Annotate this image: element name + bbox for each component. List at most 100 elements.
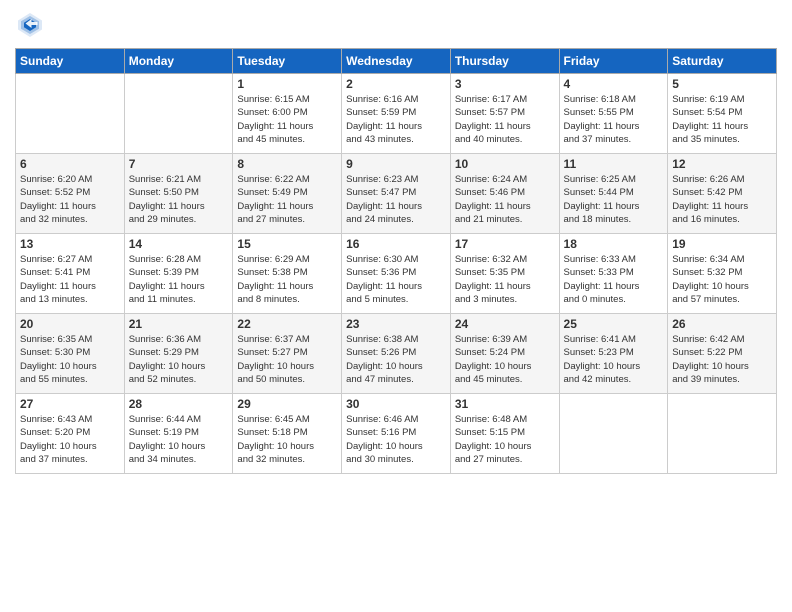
day-number: 19 — [672, 237, 772, 251]
calendar-cell — [668, 394, 777, 474]
day-info: Sunrise: 6:19 AM Sunset: 5:54 PM Dayligh… — [672, 93, 772, 146]
day-info: Sunrise: 6:42 AM Sunset: 5:22 PM Dayligh… — [672, 333, 772, 386]
calendar-cell — [16, 74, 125, 154]
day-info: Sunrise: 6:25 AM Sunset: 5:44 PM Dayligh… — [564, 173, 664, 226]
calendar-week-row: 1 Sunrise: 6:15 AM Sunset: 6:00 PM Daylig… — [16, 74, 777, 154]
day-number: 30 — [346, 397, 446, 411]
day-info: Sunrise: 6:15 AM Sunset: 6:00 PM Dayligh… — [237, 93, 337, 146]
day-info: Sunrise: 6:26 AM Sunset: 5:42 PM Dayligh… — [672, 173, 772, 226]
day-number: 21 — [129, 317, 229, 331]
weekday-header: Thursday — [450, 49, 559, 74]
weekday-header: Saturday — [668, 49, 777, 74]
calendar-week-row: 6 Sunrise: 6:20 AM Sunset: 5:52 PM Daylig… — [16, 154, 777, 234]
calendar-cell: 13 Sunrise: 6:27 AM Sunset: 5:41 PM Dayli… — [16, 234, 125, 314]
day-number: 5 — [672, 77, 772, 91]
calendar: SundayMondayTuesdayWednesdayThursdayFrid… — [15, 48, 777, 474]
day-number: 20 — [20, 317, 120, 331]
day-info: Sunrise: 6:30 AM Sunset: 5:36 PM Dayligh… — [346, 253, 446, 306]
day-number: 1 — [237, 77, 337, 91]
day-number: 24 — [455, 317, 555, 331]
calendar-cell: 19 Sunrise: 6:34 AM Sunset: 5:32 PM Dayli… — [668, 234, 777, 314]
calendar-cell: 18Sunrise: 6:33 AM Sunset: 5:33 PM Dayli… — [559, 234, 668, 314]
calendar-cell: 23 Sunrise: 6:38 AM Sunset: 5:26 PM Dayli… — [342, 314, 451, 394]
day-info: Sunrise: 6:17 AM Sunset: 5:57 PM Dayligh… — [455, 93, 555, 146]
calendar-week-row: 20 Sunrise: 6:35 AM Sunset: 5:30 PM Dayli… — [16, 314, 777, 394]
day-info: Sunrise: 6:48 AM Sunset: 5:15 PM Dayligh… — [455, 413, 555, 466]
day-info: Sunrise: 6:23 AM Sunset: 5:47 PM Dayligh… — [346, 173, 446, 226]
calendar-cell: 16 Sunrise: 6:30 AM Sunset: 5:36 PM Dayli… — [342, 234, 451, 314]
calendar-cell: 30Sunrise: 6:46 AM Sunset: 5:16 PM Dayli… — [342, 394, 451, 474]
day-number: 23 — [346, 317, 446, 331]
calendar-cell: 20 Sunrise: 6:35 AM Sunset: 5:30 PM Dayli… — [16, 314, 125, 394]
day-info: Sunrise: 6:39 AM Sunset: 5:24 PM Dayligh… — [455, 333, 555, 386]
day-number: 10 — [455, 157, 555, 171]
day-info: Sunrise: 6:32 AM Sunset: 5:35 PM Dayligh… — [455, 253, 555, 306]
day-number: 2 — [346, 77, 446, 91]
day-info: Sunrise: 6:36 AM Sunset: 5:29 PM Dayligh… — [129, 333, 229, 386]
calendar-cell: 14 Sunrise: 6:28 AM Sunset: 5:39 PM Dayli… — [124, 234, 233, 314]
calendar-cell: 26 Sunrise: 6:42 AM Sunset: 5:22 PM Dayli… — [668, 314, 777, 394]
day-number: 7 — [129, 157, 229, 171]
day-number: 15 — [237, 237, 337, 251]
day-number: 18 — [564, 237, 664, 251]
calendar-cell: 10Sunrise: 6:24 AM Sunset: 5:46 PM Dayli… — [450, 154, 559, 234]
day-number: 9 — [346, 157, 446, 171]
day-info: Sunrise: 6:22 AM Sunset: 5:49 PM Dayligh… — [237, 173, 337, 226]
weekday-header: Tuesday — [233, 49, 342, 74]
calendar-week-row: 27Sunrise: 6:43 AM Sunset: 5:20 PM Dayli… — [16, 394, 777, 474]
day-info: Sunrise: 6:16 AM Sunset: 5:59 PM Dayligh… — [346, 93, 446, 146]
calendar-cell: 31 Sunrise: 6:48 AM Sunset: 5:15 PM Dayli… — [450, 394, 559, 474]
weekday-header: Friday — [559, 49, 668, 74]
calendar-cell: 21 Sunrise: 6:36 AM Sunset: 5:29 PM Dayli… — [124, 314, 233, 394]
day-info: Sunrise: 6:35 AM Sunset: 5:30 PM Dayligh… — [20, 333, 120, 386]
day-number: 13 — [20, 237, 120, 251]
day-number: 26 — [672, 317, 772, 331]
day-info: Sunrise: 6:27 AM Sunset: 5:41 PM Dayligh… — [20, 253, 120, 306]
calendar-cell: 17 Sunrise: 6:32 AM Sunset: 5:35 PM Dayli… — [450, 234, 559, 314]
calendar-cell: 29 Sunrise: 6:45 AM Sunset: 5:18 PM Dayli… — [233, 394, 342, 474]
day-number: 11 — [564, 157, 664, 171]
day-number: 16 — [346, 237, 446, 251]
day-number: 22 — [237, 317, 337, 331]
day-info: Sunrise: 6:20 AM Sunset: 5:52 PM Dayligh… — [20, 173, 120, 226]
day-number: 31 — [455, 397, 555, 411]
weekday-header: Wednesday — [342, 49, 451, 74]
day-info: Sunrise: 6:34 AM Sunset: 5:32 PM Dayligh… — [672, 253, 772, 306]
day-number: 17 — [455, 237, 555, 251]
header — [15, 10, 777, 40]
calendar-cell: 5 Sunrise: 6:19 AM Sunset: 5:54 PM Daylig… — [668, 74, 777, 154]
day-info: Sunrise: 6:45 AM Sunset: 5:18 PM Dayligh… — [237, 413, 337, 466]
day-info: Sunrise: 6:44 AM Sunset: 5:19 PM Dayligh… — [129, 413, 229, 466]
calendar-cell: 1 Sunrise: 6:15 AM Sunset: 6:00 PM Daylig… — [233, 74, 342, 154]
calendar-cell: 22 Sunrise: 6:37 AM Sunset: 5:27 PM Dayli… — [233, 314, 342, 394]
weekday-header: Sunday — [16, 49, 125, 74]
day-info: Sunrise: 6:37 AM Sunset: 5:27 PM Dayligh… — [237, 333, 337, 386]
day-info: Sunrise: 6:41 AM Sunset: 5:23 PM Dayligh… — [564, 333, 664, 386]
day-number: 4 — [564, 77, 664, 91]
calendar-cell: 9 Sunrise: 6:23 AM Sunset: 5:47 PM Daylig… — [342, 154, 451, 234]
day-number: 25 — [564, 317, 664, 331]
day-info: Sunrise: 6:21 AM Sunset: 5:50 PM Dayligh… — [129, 173, 229, 226]
calendar-cell: 28 Sunrise: 6:44 AM Sunset: 5:19 PM Dayli… — [124, 394, 233, 474]
calendar-cell: 4Sunrise: 6:18 AM Sunset: 5:55 PM Daylig… — [559, 74, 668, 154]
calendar-cell: 15 Sunrise: 6:29 AM Sunset: 5:38 PM Dayli… — [233, 234, 342, 314]
day-number: 29 — [237, 397, 337, 411]
logo — [15, 10, 49, 40]
day-info: Sunrise: 6:29 AM Sunset: 5:38 PM Dayligh… — [237, 253, 337, 306]
weekday-header-row: SundayMondayTuesdayWednesdayThursdayFrid… — [16, 49, 777, 74]
calendar-cell: 27Sunrise: 6:43 AM Sunset: 5:20 PM Dayli… — [16, 394, 125, 474]
logo-icon — [15, 10, 45, 40]
day-number: 27 — [20, 397, 120, 411]
calendar-week-row: 13 Sunrise: 6:27 AM Sunset: 5:41 PM Dayli… — [16, 234, 777, 314]
day-number: 3 — [455, 77, 555, 91]
calendar-cell: 8 Sunrise: 6:22 AM Sunset: 5:49 PM Daylig… — [233, 154, 342, 234]
day-info: Sunrise: 6:28 AM Sunset: 5:39 PM Dayligh… — [129, 253, 229, 306]
calendar-cell — [559, 394, 668, 474]
calendar-cell: 7 Sunrise: 6:21 AM Sunset: 5:50 PM Daylig… — [124, 154, 233, 234]
calendar-cell: 3 Sunrise: 6:17 AM Sunset: 5:57 PM Daylig… — [450, 74, 559, 154]
day-number: 14 — [129, 237, 229, 251]
day-number: 28 — [129, 397, 229, 411]
day-number: 8 — [237, 157, 337, 171]
day-info: Sunrise: 6:38 AM Sunset: 5:26 PM Dayligh… — [346, 333, 446, 386]
day-number: 6 — [20, 157, 120, 171]
